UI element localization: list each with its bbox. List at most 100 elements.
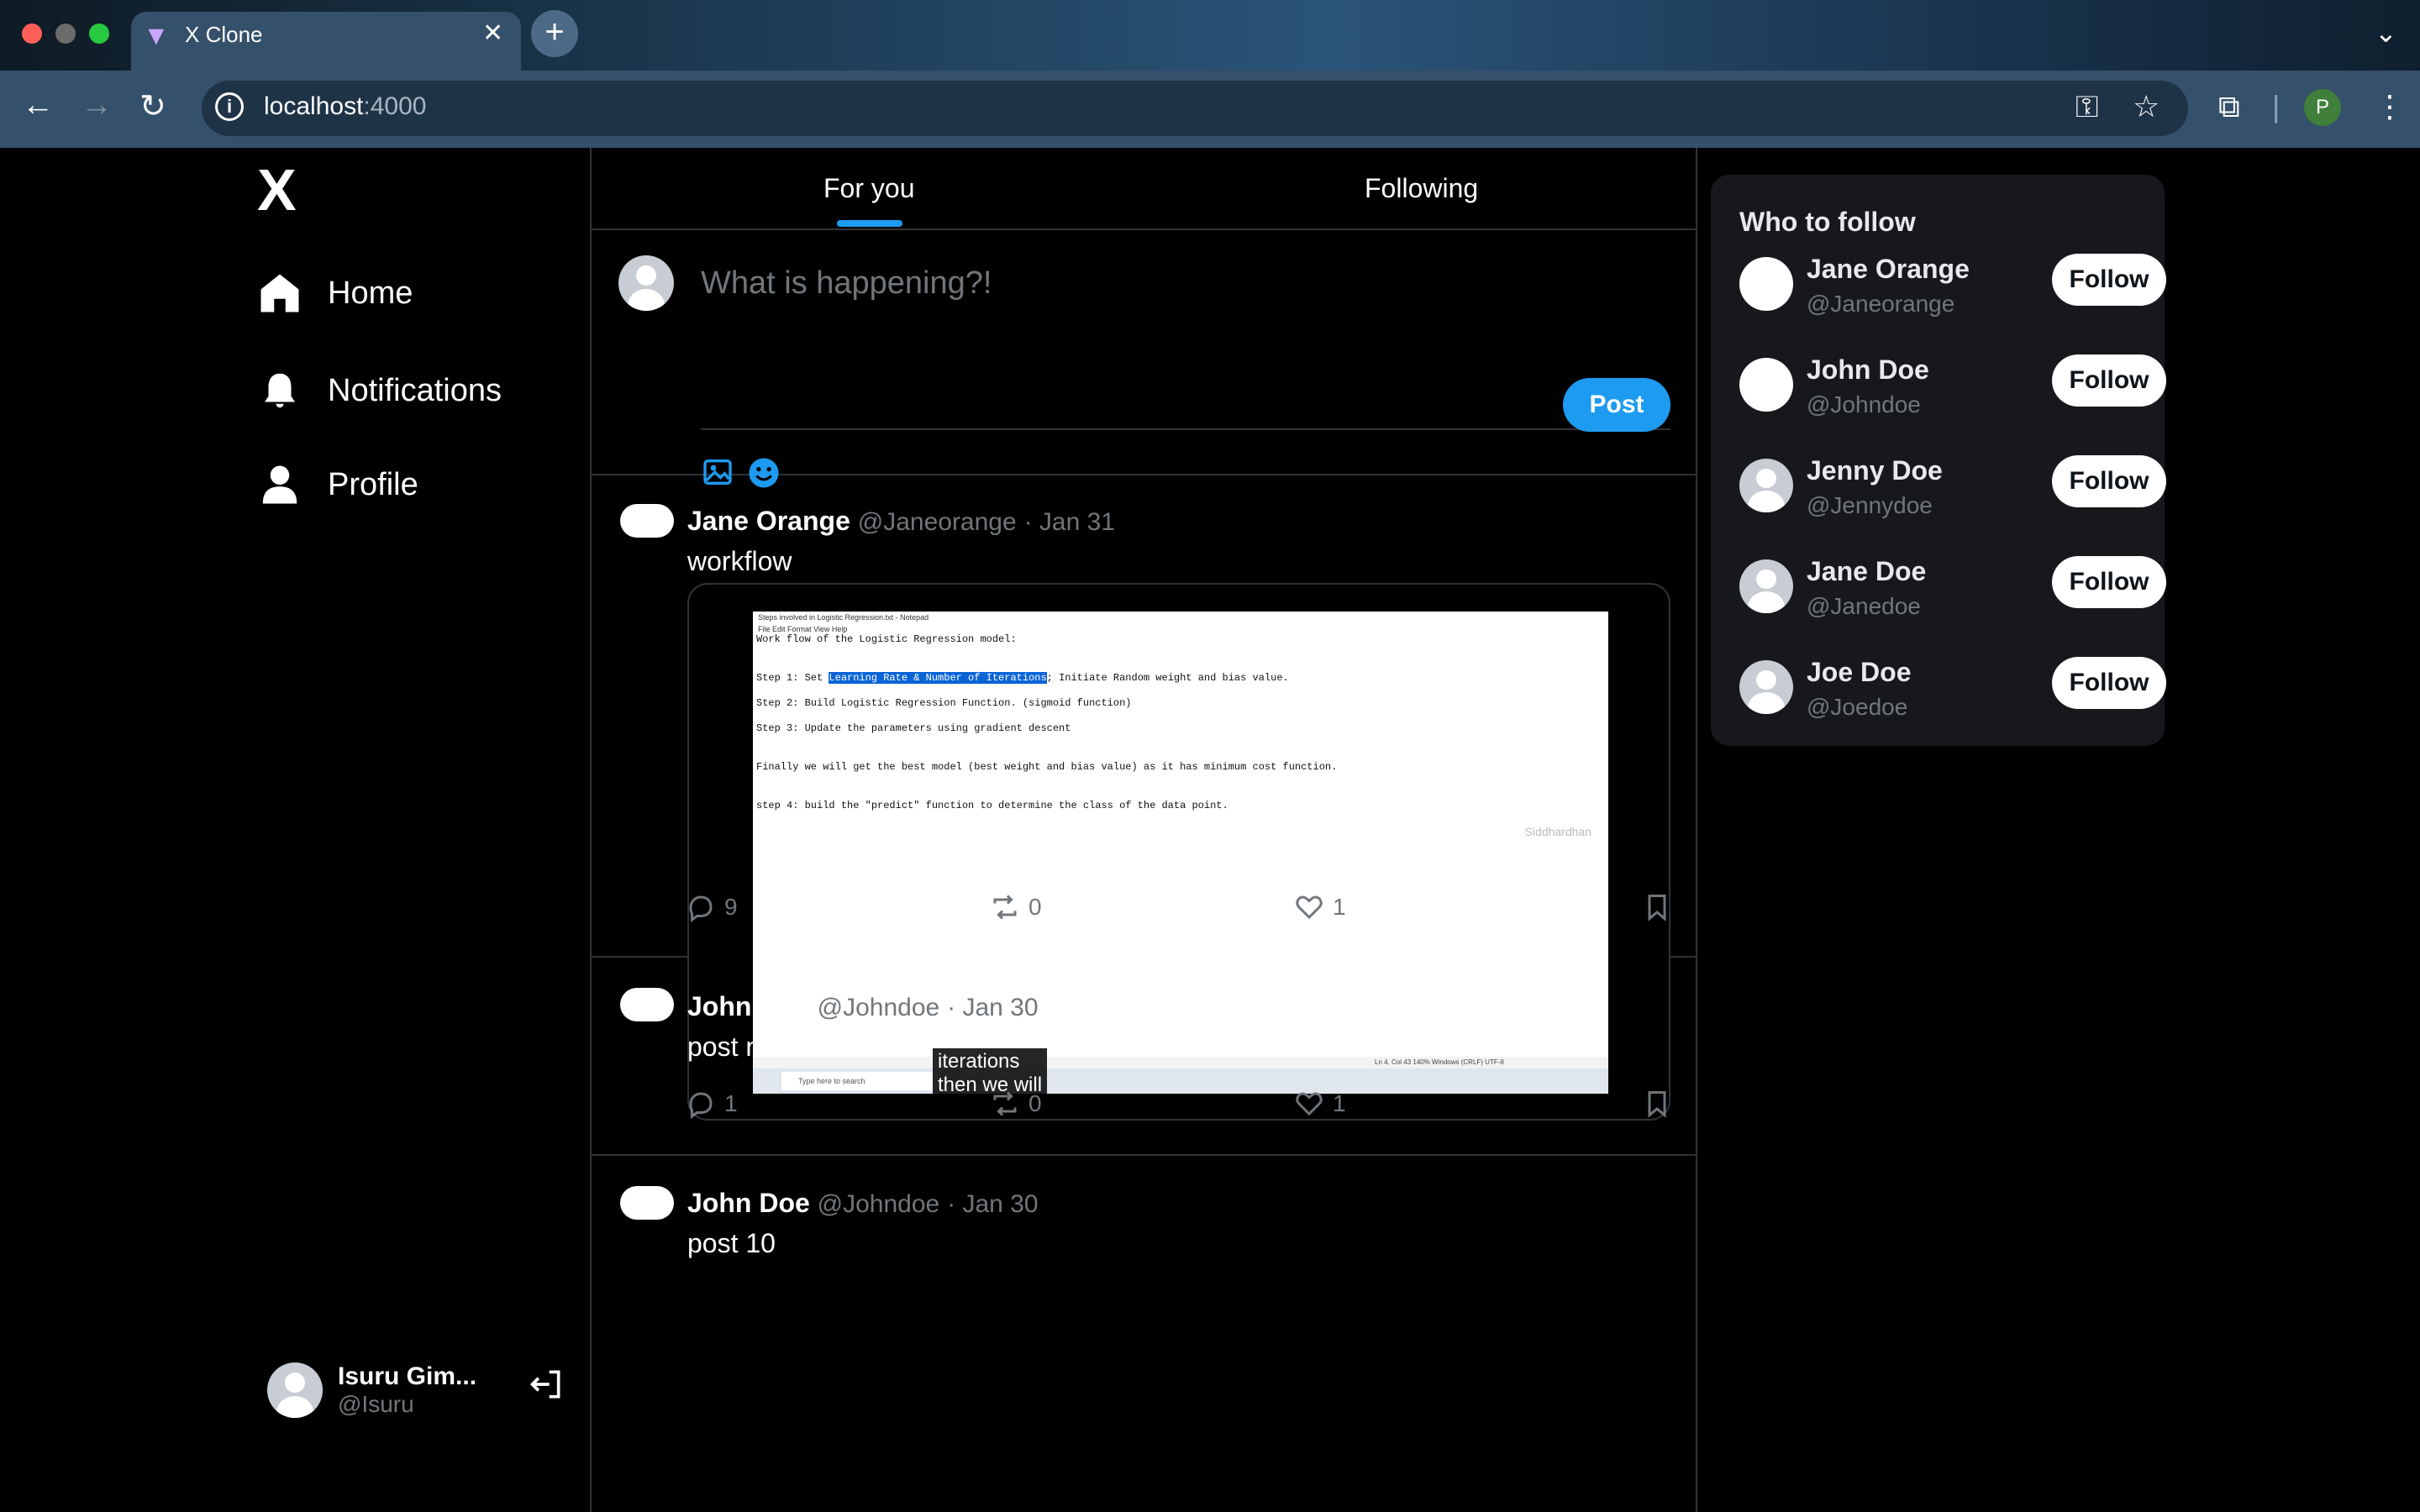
avatar — [618, 255, 674, 311]
who-to-follow-panel: Who to follow Jane Orange @Janeorange Fo… — [1711, 175, 2166, 746]
notepad-menu: File Edit Format View Help — [758, 625, 848, 633]
post-author-handle: @Johndoe — [817, 1190, 940, 1218]
home-icon — [260, 274, 299, 312]
current-user-name: Isuru Gim... — [338, 1362, 477, 1390]
avatar — [620, 988, 674, 1021]
like-count: 1 — [1333, 894, 1346, 920]
close-window-button[interactable] — [22, 24, 42, 44]
url-text[interactable]: localhost:4000 — [264, 92, 426, 121]
follow-button[interactable]: Follow — [2052, 556, 2166, 608]
post-author-handle: @Johndoe — [817, 994, 940, 1021]
post-date: · Jan 31 — [1023, 508, 1115, 536]
password-key-icon[interactable]: ⚿ — [2075, 89, 2098, 125]
x-logo[interactable]: X — [257, 156, 297, 223]
suggested-user[interactable]: Joe Doe @Joedoe Follow — [1739, 654, 2166, 729]
main-feed: For you Following What is happening?! Po… — [590, 148, 1697, 1512]
sidebar-item-home[interactable]: Home — [257, 270, 413, 316]
post-author-name[interactable]: John Doe — [687, 991, 810, 1021]
reply-button[interactable]: 1 — [686, 1089, 738, 1119]
logout-icon[interactable] — [528, 1366, 565, 1403]
avatar — [267, 1362, 323, 1418]
compose-input[interactable]: What is happening?! — [701, 265, 992, 302]
suggested-user-name: Jane Orange — [1807, 254, 1970, 284]
extensions-puzzle-icon[interactable]: ⧉ — [2218, 89, 2240, 125]
post-text: post 10 — [687, 1228, 776, 1258]
comment-icon — [689, 1092, 713, 1119]
reply-button[interactable]: 9 — [686, 892, 738, 922]
follow-button[interactable]: Follow — [2052, 455, 2166, 507]
suggested-user[interactable]: Jane Orange @Janeorange Follow — [1739, 250, 2166, 326]
notepad-line: Step 3: Update the parameters using grad… — [756, 722, 1071, 734]
sidebar-item-label: Notifications — [328, 372, 502, 408]
suggested-user[interactable]: Jenny Doe @Jennydoe Follow — [1739, 452, 2166, 528]
post-text: post new — [687, 1032, 796, 1062]
site-info-icon[interactable]: i — [215, 92, 244, 121]
like-button[interactable]: 1 — [1294, 1089, 1346, 1119]
reply-count: 9 — [724, 894, 738, 920]
post-card[interactable]: John Doe @Johndoe · Jan 30 post 10 — [592, 1158, 1696, 1512]
address-bar[interactable] — [202, 81, 2188, 136]
notepad-line: step 4: build the "predict" function to … — [756, 800, 1228, 811]
new-tab-button[interactable]: + — [531, 10, 578, 57]
reload-icon[interactable]: ↻ — [139, 87, 166, 125]
sidebar-item-label: Profile — [328, 466, 418, 502]
avatar — [620, 504, 674, 538]
notepad-line: Work flow of the Logistic Regression mod… — [756, 633, 1017, 645]
bookmark-star-icon[interactable]: ☆ — [2133, 89, 2160, 124]
sidebar-item-profile[interactable]: Profile — [257, 462, 418, 507]
forward-arrow-icon[interactable]: → — [81, 87, 113, 123]
post-card[interactable]: Jane Orange @Janeorange · Jan 31 workflo… — [592, 477, 1696, 1121]
repost-icon — [993, 895, 1017, 920]
like-button[interactable]: 1 — [1294, 892, 1346, 922]
tab-for-you[interactable]: For you — [823, 173, 914, 204]
post-header: John Doe @Johndoe · Jan 30 — [687, 991, 1039, 1022]
tab-following[interactable]: Following — [1365, 173, 1478, 204]
suggested-user-name: Joe Doe — [1807, 657, 1912, 687]
tab-search-chevron-icon[interactable]: ⌄ — [2375, 17, 2397, 49]
heart-icon — [1296, 1092, 1323, 1116]
vite-favicon-icon: ▼ — [143, 20, 170, 50]
user-icon — [262, 465, 297, 504]
browser-menu-icon[interactable]: ⋮ — [2375, 89, 2405, 124]
suggested-user[interactable]: Jane Doe @Janedoe Follow — [1739, 553, 2166, 628]
follow-button[interactable]: Follow — [2052, 354, 2166, 407]
compose-divider — [701, 428, 1670, 430]
post-button[interactable]: Post — [1563, 378, 1670, 432]
post-date: · Jan 30 — [947, 1190, 1039, 1218]
repost-button[interactable]: 0 — [990, 892, 1042, 922]
current-user-card[interactable]: Isuru Gim... @Isuru — [267, 1362, 476, 1418]
avatar — [1739, 660, 1793, 714]
follow-button[interactable]: Follow — [2052, 254, 2166, 306]
suggested-user-handle: @Joedoe — [1807, 694, 1908, 720]
video-watermark: Siddhardhan — [1524, 825, 1591, 838]
suggested-user[interactable]: John Doe @Johndoe Follow — [1739, 351, 2166, 427]
post-composer: What is happening?! Post — [592, 230, 1696, 488]
post-header: John Doe @Johndoe · Jan 30 — [687, 1188, 1039, 1219]
sidebar-item-label: Home — [328, 275, 413, 311]
notepad-line: Step 2: Build Logistic Regression Functi… — [756, 697, 1132, 709]
post-card[interactable]: John Doe @Johndoe · Jan 30 post new 1 0 … — [592, 959, 1696, 1156]
back-arrow-icon[interactable]: ← — [22, 87, 54, 123]
post-author-name[interactable]: John Doe — [687, 1188, 810, 1218]
avatar — [1739, 559, 1793, 613]
heart-icon — [1296, 895, 1323, 920]
suggested-user-name: John Doe — [1807, 354, 1929, 385]
browser-profile-avatar[interactable]: P — [2304, 89, 2341, 126]
active-tab-indicator — [837, 220, 902, 227]
toolbar-divider: | — [2272, 89, 2281, 123]
follow-button[interactable]: Follow — [2052, 657, 2166, 709]
avatar — [1739, 257, 1793, 311]
bookmark-icon[interactable] — [1642, 1089, 1672, 1119]
suggested-user-name: Jane Doe — [1807, 556, 1927, 586]
tab-close-icon[interactable]: ✕ — [482, 18, 503, 48]
maximize-window-button[interactable] — [89, 24, 109, 44]
suggested-user-handle: @Jennydoe — [1807, 492, 1933, 518]
bookmark-icon[interactable] — [1642, 892, 1672, 922]
suggested-user-name: Jenny Doe — [1807, 455, 1943, 486]
sidebar-item-notifications[interactable]: Notifications — [257, 368, 502, 413]
comment-icon — [689, 895, 713, 922]
post-author-name[interactable]: Jane Orange — [687, 506, 850, 536]
who-to-follow-title: Who to follow — [1739, 207, 1916, 237]
minimize-window-button[interactable] — [55, 24, 76, 44]
repost-button[interactable]: 0 — [990, 1089, 1042, 1119]
